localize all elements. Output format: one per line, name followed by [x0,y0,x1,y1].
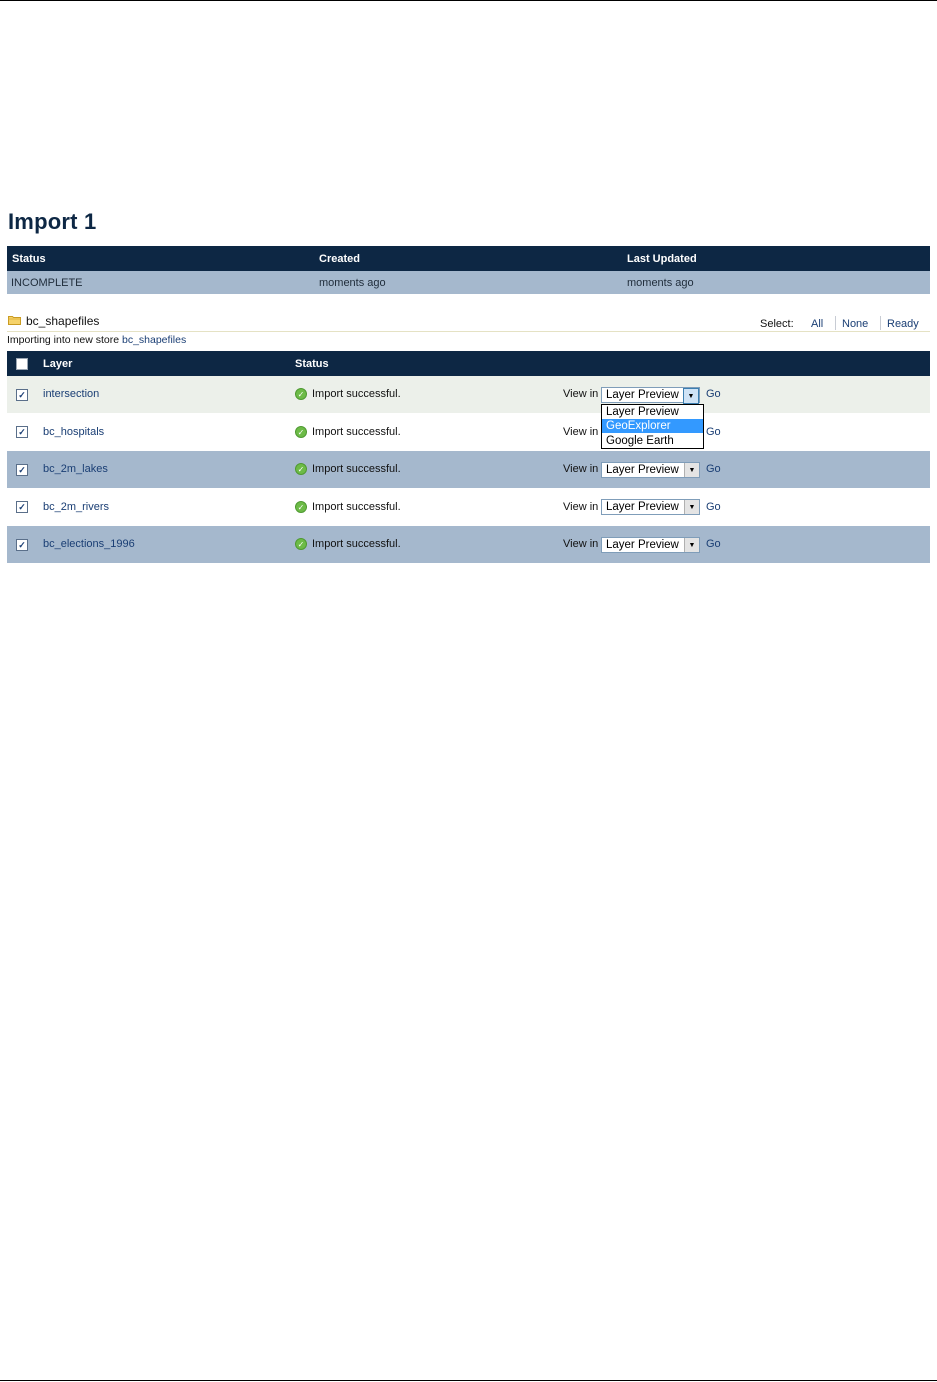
folder-icon [8,316,21,325]
summary-created-value: moments ago [319,276,386,289]
summary-header-last-updated: Last Updated [627,252,697,265]
layer-link[interactable]: intersection [43,388,99,400]
check-circle-icon: ✓ [295,426,307,438]
layer-link[interactable]: bc_2m_rivers [43,501,109,513]
select-ready-link[interactable]: Ready [887,318,919,330]
view-in-select[interactable]: Layer Preview ▼ [601,462,700,478]
page-bottom-rule [0,1380,937,1381]
chevron-down-icon[interactable]: ▼ [684,500,699,514]
go-link[interactable]: Go [706,426,721,438]
check-circle-icon: ✓ [295,538,307,550]
select-label: Select: [760,318,794,330]
view-in-label: View in [563,538,599,550]
select-value: Layer Preview [606,501,679,513]
chevron-down-icon[interactable]: ▼ [683,388,699,404]
row-checkbox[interactable]: ✓ [16,389,28,401]
view-in-dropdown-list: Layer Preview GeoExplorer Google Earth [601,404,704,449]
status-text: Import successful. [312,538,401,550]
layers-table-header: Layer Status [7,351,930,376]
table-row: ✓ intersection ✓ Import successful. View… [7,376,930,413]
row-checkbox[interactable]: ✓ [16,539,28,551]
go-link[interactable]: Go [706,501,721,513]
store-header: bc_shapefiles Select: All None Ready [7,312,930,332]
row-status: ✓ Import successful. [295,426,401,438]
layers-header-status: Status [295,357,329,370]
importing-into-line: Importing into new store bc_shapefiles [7,334,186,346]
go-link[interactable]: Go [706,463,721,475]
layer-link[interactable]: bc_elections_1996 [43,538,135,550]
row-checkbox[interactable]: ✓ [16,464,28,476]
table-row: ✓ bc_2m_lakes ✓ Import successful. View … [7,451,930,488]
summary-data-row: INCOMPLETE moments ago moments ago [7,271,930,294]
chevron-down-icon[interactable]: ▼ [684,463,699,477]
view-in-select[interactable]: Layer Preview ▼ [601,537,700,553]
table-row: ✓ bc_2m_rivers ✓ Import successful. View… [7,488,930,525]
select-all-link[interactable]: All [811,318,823,330]
summary-header-row: Status Created Last Updated [7,246,930,271]
layer-link[interactable]: bc_hospitals [43,426,104,438]
page-top-rule [0,0,937,1]
row-checkbox[interactable]: ✓ [16,426,28,438]
select-separator [835,316,836,330]
select-value: Layer Preview [606,389,679,401]
select-value: Layer Preview [606,539,679,551]
check-circle-icon: ✓ [295,388,307,400]
importing-prefix: Importing into new store [7,334,120,346]
view-in-label: View in [563,463,599,475]
view-in-select[interactable]: Layer Preview ▼ [601,499,700,515]
status-text: Import successful. [312,501,401,513]
view-in-select[interactable]: Layer Preview ▼ [601,387,700,404]
page-title: Import 1 [8,209,97,234]
summary-header-created: Created [319,252,360,265]
select-value: Layer Preview [606,464,679,476]
dropdown-option-google-earth[interactable]: Google Earth [602,434,703,448]
status-text: Import successful. [312,426,401,438]
summary-header-status: Status [12,252,46,265]
status-text: Import successful. [312,388,401,400]
select-separator [880,316,881,330]
go-link[interactable]: Go [706,538,721,550]
import-summary-table: Status Created Last Updated INCOMPLETE m… [7,246,930,294]
store-name: bc_shapefiles [26,314,100,328]
row-checkbox[interactable]: ✓ [16,501,28,513]
row-status: ✓ Import successful. [295,388,401,400]
view-in-label: View in [563,501,599,513]
table-row: ✓ bc_hospitals ✓ Import successful. View… [7,413,930,450]
row-status: ✓ Import successful. [295,538,401,550]
status-text: Import successful. [312,463,401,475]
row-status: ✓ Import successful. [295,501,401,513]
dropdown-option-geoexplorer[interactable]: GeoExplorer [602,419,703,433]
view-in-label: View in [563,426,599,438]
table-row: ✓ bc_elections_1996 ✓ Import successful.… [7,526,930,563]
layers-header-layer: Layer [43,357,73,370]
select-none-link[interactable]: None [842,318,868,330]
layer-link[interactable]: bc_2m_lakes [43,463,108,475]
select-all-checkbox[interactable] [16,358,28,370]
chevron-down-icon[interactable]: ▼ [684,538,699,552]
summary-last-updated-value: moments ago [627,276,694,289]
store-link[interactable]: bc_shapefiles [122,334,186,346]
check-circle-icon: ✓ [295,501,307,513]
dropdown-option-layer-preview[interactable]: Layer Preview [602,405,703,419]
check-circle-icon: ✓ [295,463,307,475]
summary-status-value: INCOMPLETE [11,276,83,289]
row-status: ✓ Import successful. [295,463,401,475]
go-link[interactable]: Go [706,388,721,400]
view-in-label: View in [563,388,599,400]
